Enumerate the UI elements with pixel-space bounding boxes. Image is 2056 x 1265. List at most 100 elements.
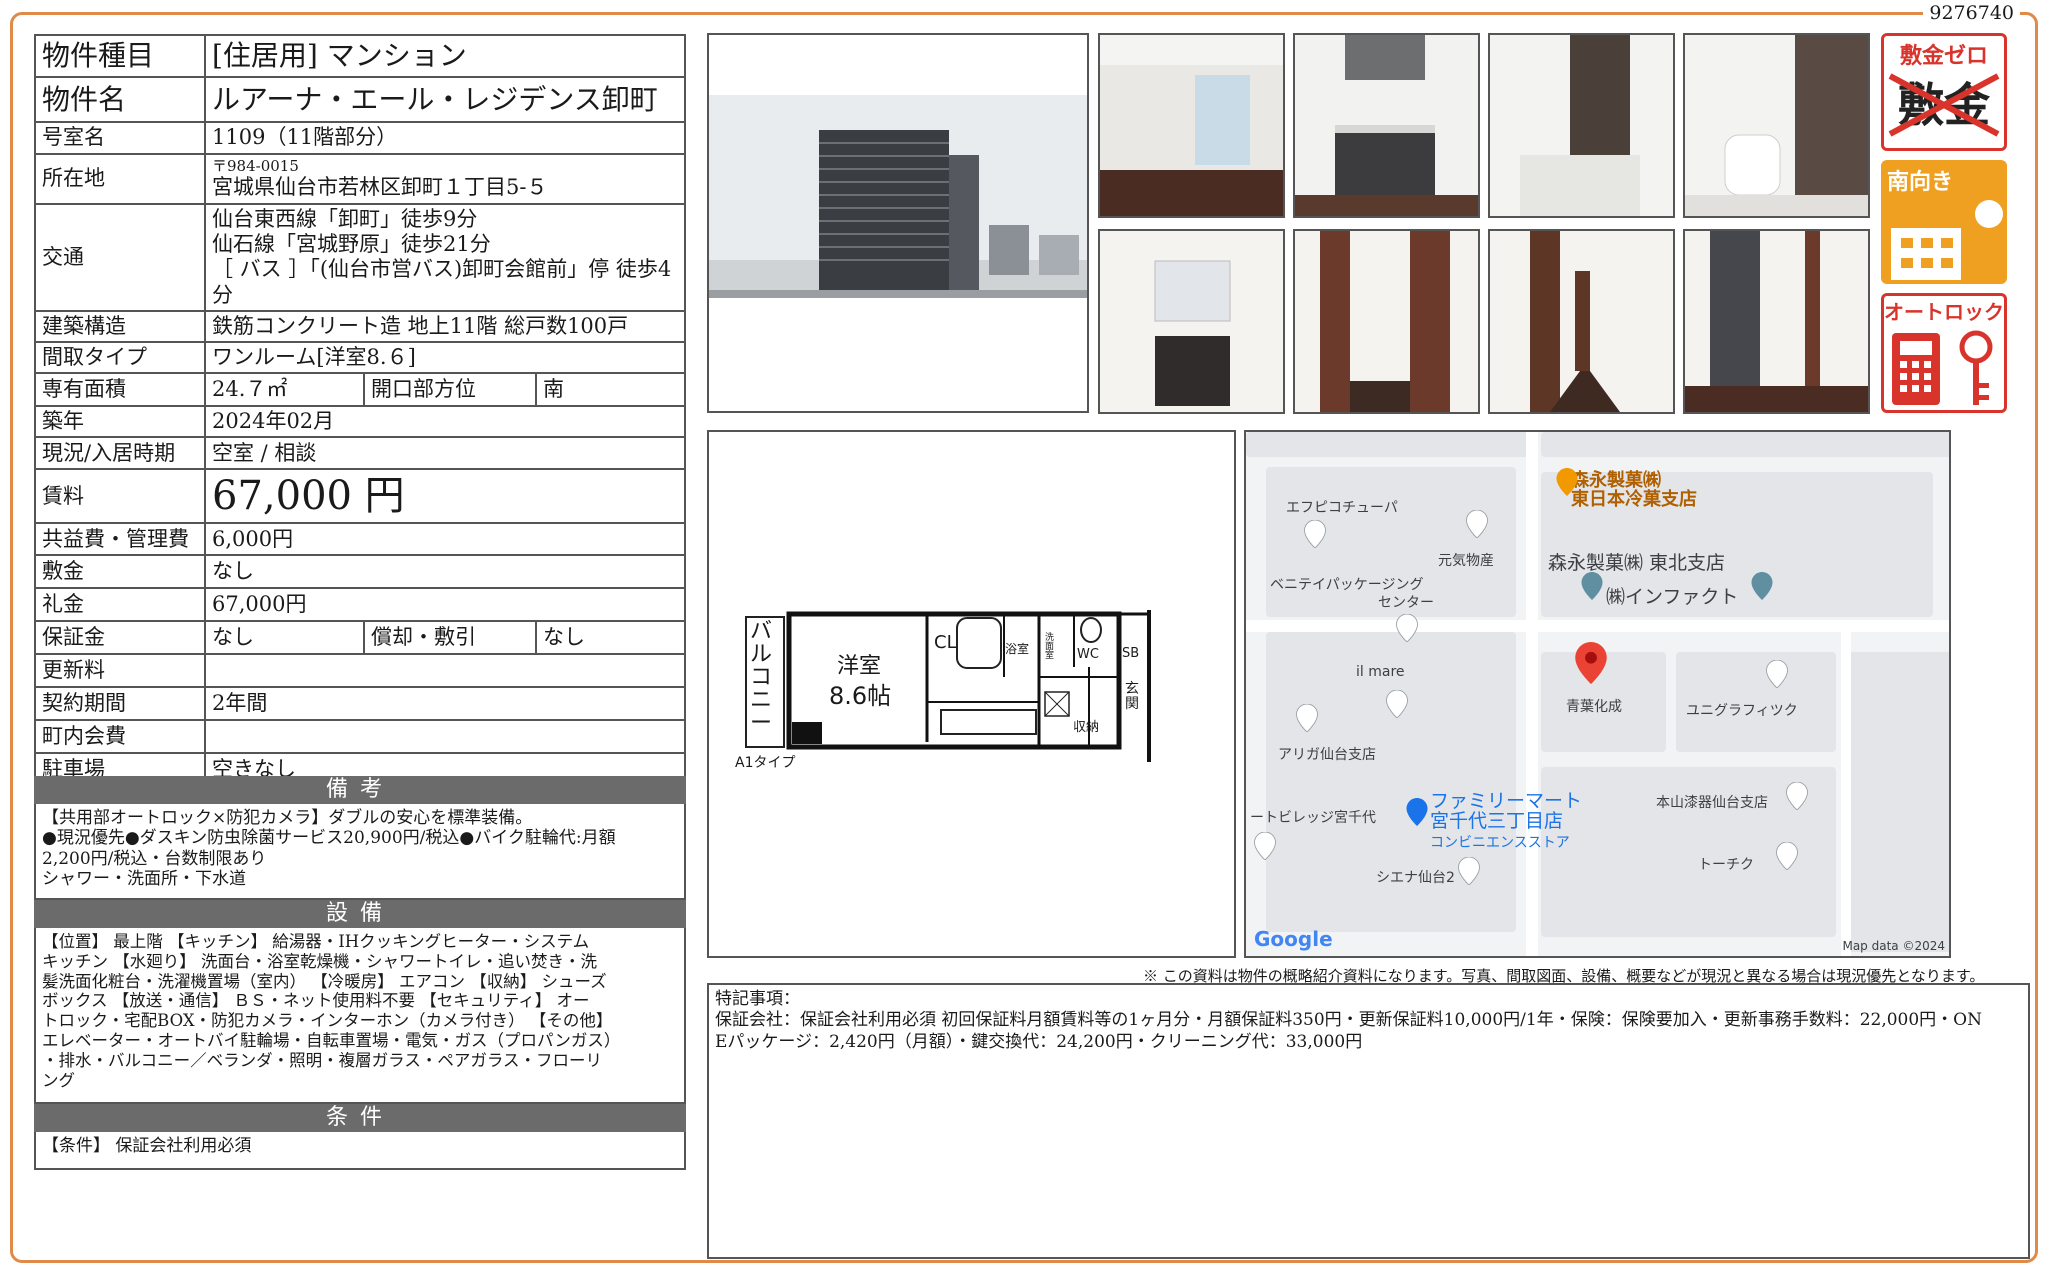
exterior-photo <box>707 33 1089 413</box>
shoebox-label: SB <box>1122 646 1140 661</box>
place-pin-icon[interactable] <box>1786 782 1808 810</box>
place-pin-icon[interactable] <box>1254 832 1276 860</box>
place-pin-icon[interactable] <box>1458 857 1480 885</box>
layout-value: ワンルーム[洋室8.６] <box>204 340 686 375</box>
equipment-line: ボックス 【放送・通信】 ＢＳ・ネット使用料不要 【セキュリティ】 オー <box>42 991 590 1011</box>
special-notes-title: 特記事項： <box>715 989 800 1009</box>
toilet-image <box>1685 35 1868 216</box>
map-attribution: Map data ©2024 <box>1842 939 1945 953</box>
status-value: 空室 / 相談 <box>204 436 686 471</box>
built-label: 築年 <box>34 405 206 439</box>
document-id: 9276740 <box>1923 2 2020 24</box>
type-label: 物件種目 <box>34 34 206 78</box>
area-value: 24.７㎡ <box>204 372 365 408</box>
equipment-heading: 設備 <box>34 900 686 928</box>
zero-deposit-mark: 敷金 <box>1884 70 2004 140</box>
renewal-label: 更新料 <box>34 653 206 689</box>
equipment-line: トロック・宅配BOX・防犯カメラ・インターホン（カメラ付き） 【その他】 <box>42 1011 613 1031</box>
postal-code: 〒984-0015 <box>212 157 299 176</box>
built-value: 2024年02月 <box>204 405 686 439</box>
equipment-line: 【位置】 最上階 【キッチン】 給湯器・IHクッキングヒーター・システム <box>42 932 590 951</box>
google-logo: Google <box>1254 927 1333 951</box>
map-label-target: 青葉化成 <box>1566 699 1622 715</box>
map-label: センター <box>1378 595 1434 611</box>
bath-label: 浴室 <box>1005 642 1030 656</box>
map-label: シエナ仙台2 <box>1376 870 1455 886</box>
conditions-line: 【条件】 保証会社利用必須 <box>42 1136 252 1156</box>
fee-value: 6,000円 <box>204 522 686 557</box>
living-room-image <box>1100 35 1283 216</box>
contract-value: 2年間 <box>204 686 686 722</box>
room-label: 号室名 <box>34 121 206 155</box>
room-photo-4 <box>1683 33 1870 218</box>
map-label: ベニテイパッケージング <box>1270 577 1424 593</box>
autolock-badge: オートロック <box>1881 293 2007 413</box>
address-cell: 〒984-0015 宮城県仙台市若林区卸町１丁目5-５ <box>204 153 686 205</box>
storage-label: 収納 <box>1073 720 1100 735</box>
place-pin-icon[interactable] <box>1776 842 1798 870</box>
equipment-line: ・排水・バルコニー／ベランダ・照明・複層ガラス・ペアガラス・フローリ <box>42 1050 603 1070</box>
equipment-line: 髪洗面化粧台・洗濯機置場（室内） 【冷暖房】 エアコン 【収納】 シューズ <box>42 971 607 991</box>
autolock-title: オートロック <box>1884 300 2004 324</box>
hallway-image <box>1490 231 1673 412</box>
amort-value: なし <box>535 620 686 656</box>
room-photo-8 <box>1683 229 1870 414</box>
guarantee-label: 保証金 <box>34 620 206 656</box>
layout-label: 間取タイプ <box>34 340 206 375</box>
location-map[interactable]: 森永製菓㈱ 東日本冷菓支店 エフピコチューパ 元気物産 森永製菓㈱ 東北支店 ベ… <box>1244 430 1951 958</box>
place-pin-icon[interactable] <box>1386 690 1408 718</box>
fee-label: 共益費・管理費 <box>34 522 206 557</box>
wash-label: 洗面室 <box>1045 633 1055 661</box>
map-label: il mare <box>1356 664 1405 680</box>
map-label: ㈱インファクト <box>1606 586 1739 608</box>
equipment-line: エレベーター・オートバイ駐輪場・自転車置場・電気・ガス（プロパンガス） <box>42 1030 621 1050</box>
remarks-body: 【共用部オートロック×防犯カメラ】ダブルの安心を標準装備。 ●現況優先●ダスキン… <box>34 804 686 900</box>
map-label: 本山漆器仙台支店 <box>1656 795 1768 811</box>
place-pin-icon[interactable] <box>1396 614 1418 642</box>
place-pin-icon[interactable] <box>1296 704 1318 732</box>
bathroom-image <box>1490 35 1673 216</box>
restaurant-pin-icon[interactable] <box>1556 468 1578 496</box>
room-size-label: 8.6帖 <box>829 682 892 710</box>
place-pin-icon[interactable] <box>1581 572 1603 600</box>
zero-deposit-badge: 敷金ゼロ 敷金 <box>1881 33 2007 151</box>
conditions-body: 【条件】 保証会社利用必須 <box>34 1132 686 1170</box>
room-photo-5 <box>1098 229 1285 414</box>
rent-value: 67,000 円 <box>204 468 686 525</box>
building-exterior-image <box>709 35 1087 411</box>
target-location-pin-icon[interactable] <box>1575 642 1607 684</box>
map-label: ートビレッジ宮千代 <box>1250 810 1376 826</box>
transit-cell: 仙台東西線「卸町」徒歩9分 仙石線「宮城野原」徒歩21分 ［ バス ］「(仙台市… <box>204 203 686 312</box>
place-pin-icon[interactable] <box>1751 572 1773 600</box>
deposit-label: 敷金 <box>34 554 206 590</box>
closet-image <box>1685 231 1868 412</box>
plan-type-label: A1タイプ <box>735 755 796 771</box>
type-value: [住居用] マンション <box>204 34 686 78</box>
floor-plan: バルコニー 洋室 8.6帖 CL 浴室 洗面室 WC SB 玄関 収納 A1タイ… <box>707 430 1236 958</box>
map-label: 元気物産 <box>1438 553 1494 569</box>
contract-label: 契約期間 <box>34 686 206 722</box>
transit-line-2: 仙石線「宮城野原」徒歩21分 <box>212 232 491 257</box>
keymoney-label: 礼金 <box>34 587 206 623</box>
remarks-line: 【共用部オートロック×防犯カメラ】ダブルの安心を標準装備。 <box>42 808 533 828</box>
keymoney-value: 67,000円 <box>204 587 686 623</box>
entrance-image <box>1295 231 1478 412</box>
keypad-key-icon <box>1892 330 1993 405</box>
council-label: 町内会費 <box>34 719 206 755</box>
place-pin-icon[interactable] <box>1766 660 1788 688</box>
equipment-line: ング <box>42 1070 75 1090</box>
remarks-line: 2,200円/税込・台数制限あり <box>42 848 267 869</box>
equipment-body: 【位置】 最上階 【キッチン】 給湯器・IHクッキングヒーター・システム キッチ… <box>34 928 686 1104</box>
place-pin-icon[interactable] <box>1466 510 1488 538</box>
status-label: 現況/入居時期 <box>34 436 206 471</box>
washroom-image <box>1100 231 1283 412</box>
structure-value: 鉄筋コンクリート造 地上11階 総戸数100戸 <box>204 309 686 343</box>
convenience-store-pin-icon[interactable] <box>1406 798 1428 826</box>
south-facing-badge: 南向き <box>1881 160 2007 284</box>
place-pin-icon[interactable] <box>1304 520 1326 548</box>
balcony-label: バルコニー <box>749 619 772 737</box>
room-photo-6 <box>1293 229 1480 414</box>
map-label-familymart-store: 宮千代三丁目店 <box>1430 810 1564 832</box>
area-label: 専有面積 <box>34 372 206 408</box>
map-label: ユニグラフィツク <box>1686 703 1798 719</box>
